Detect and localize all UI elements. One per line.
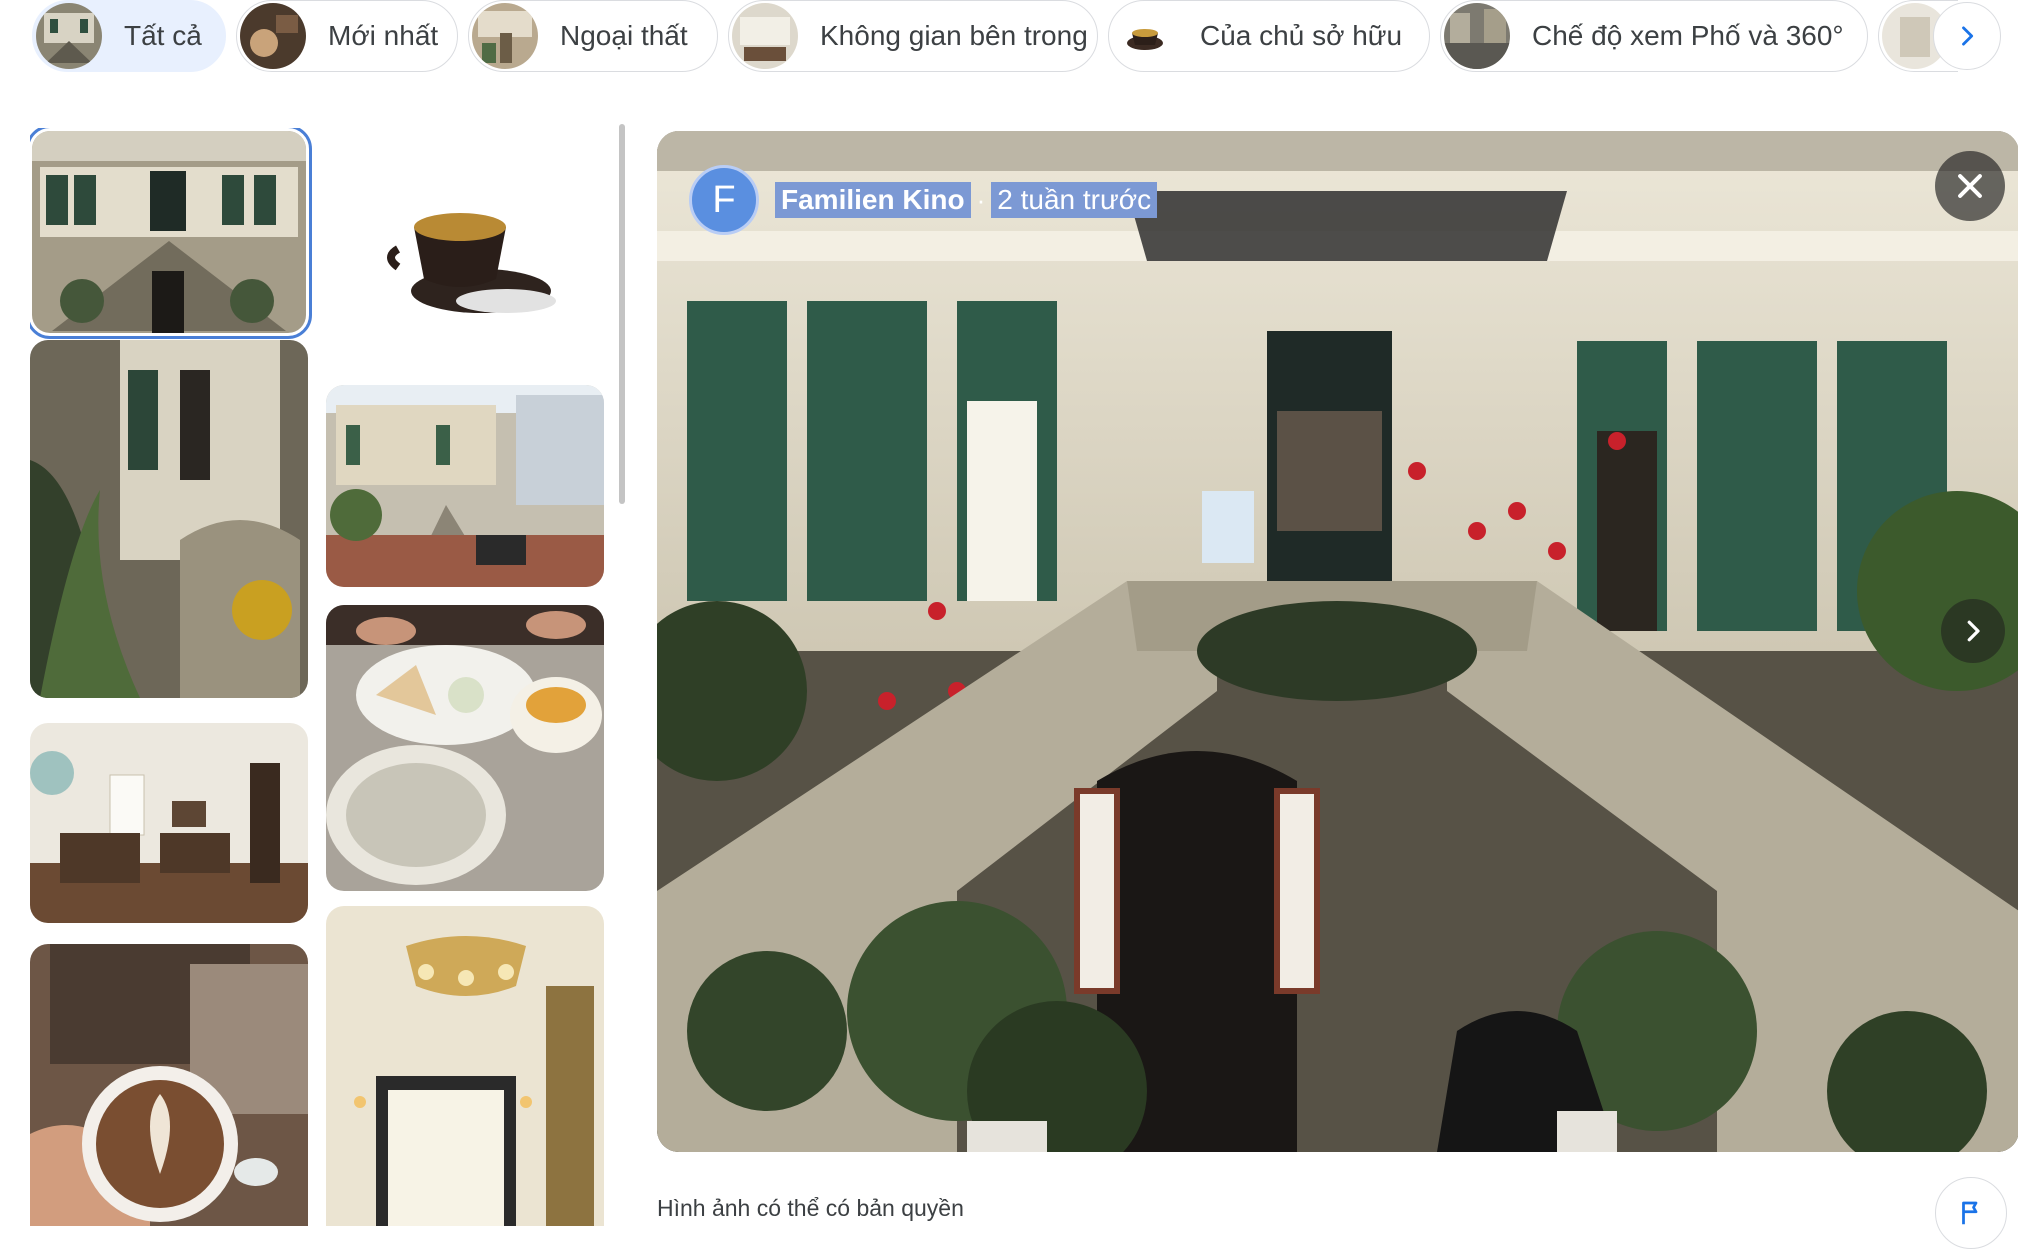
main-photo: [657, 131, 2018, 1152]
flag-icon: [1962, 1201, 1978, 1225]
chip-thumbnail: [1112, 3, 1178, 69]
chip-by-owner[interactable]: Của chủ sở hữu: [1108, 0, 1430, 72]
photo-thumb-chandelier[interactable]: [326, 906, 604, 1226]
chip-thumbnail: [36, 3, 102, 69]
chip-label: Tất cả: [124, 20, 202, 51]
chip-label: Không gian bên trong: [820, 20, 1088, 51]
author-avatar[interactable]: F: [689, 165, 759, 235]
chip-thumbnail: [472, 3, 538, 69]
photo-thumb-facade[interactable]: [30, 128, 312, 339]
photo-thumb-coffee-cup[interactable]: [326, 131, 604, 371]
chip-street-view-360[interactable]: Chế độ xem Phố và 360°: [1440, 0, 1868, 72]
photo-author[interactable]: F Familien Kino · 2 tuần trước: [689, 165, 1158, 235]
chip-all[interactable]: Tất cả: [32, 0, 226, 72]
chevron-right-icon: [1967, 620, 1980, 642]
separator-dot: ·: [976, 184, 986, 215]
photo-thumb-food-table[interactable]: [326, 605, 604, 891]
chip-exterior[interactable]: Ngoại thất: [468, 0, 718, 72]
chips-next-button[interactable]: [1933, 2, 2001, 70]
next-photo-button[interactable]: [1941, 599, 2005, 663]
chip-thumbnail: [1444, 3, 1510, 69]
photo-thumb-dining-room[interactable]: [30, 723, 308, 923]
report-photo-button[interactable]: [1935, 1177, 2007, 1249]
chip-label: Chế độ xem Phố và 360°: [1532, 20, 1844, 51]
photo-thumb-courtyard[interactable]: [326, 385, 604, 587]
close-viewer-button[interactable]: [1935, 151, 2005, 221]
chevron-right-icon: [1962, 26, 1974, 46]
chip-label: Mới nhất: [328, 20, 439, 51]
photo-timestamp: 2 tuần trước: [991, 182, 1158, 218]
copyright-notice: Hình ảnh có thể có bản quyền: [657, 1195, 964, 1221]
chip-thumbnail: [240, 3, 306, 69]
grid-scrollbar[interactable]: [619, 124, 625, 504]
chip-newest[interactable]: Mới nhất: [236, 0, 458, 72]
author-name[interactable]: Familien Kino: [775, 182, 971, 218]
photo-thumb-stairs[interactable]: [30, 340, 308, 698]
chip-thumbnail: [732, 3, 798, 69]
photo-viewer[interactable]: F Familien Kino · 2 tuần trước: [657, 131, 2018, 1152]
photo-grid: [30, 128, 610, 1226]
close-icon: [1958, 174, 1982, 198]
chip-label: Của chủ sở hữu: [1200, 20, 1403, 51]
chip-label: Ngoại thất: [560, 20, 688, 51]
photo-thumb-latte[interactable]: [30, 944, 308, 1226]
filter-chip-bar: Tất cả Mới nhất Ngoại thất Không gian bê…: [32, 0, 2018, 72]
chip-interior[interactable]: Không gian bên trong: [728, 0, 1098, 72]
